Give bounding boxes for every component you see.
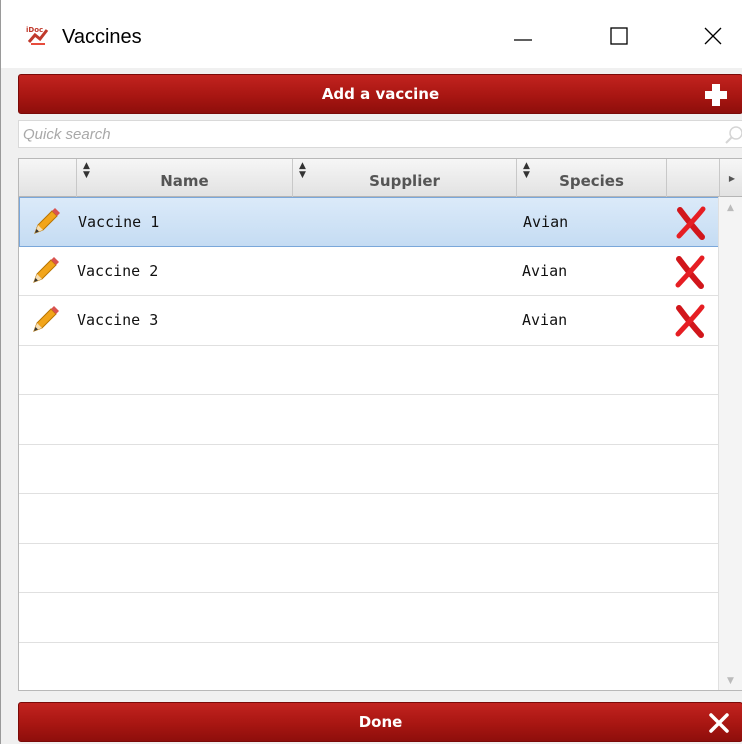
quick-search [18,120,742,148]
vaccine-species: Avian [522,311,568,329]
empty-row [19,395,719,445]
column-header-name[interactable]: ▲ ▼ Name [77,159,293,197]
done-label: Done [358,713,403,731]
header-delete-cell [667,159,720,197]
vaccine-species: Avian [522,261,568,280]
quick-search-input[interactable] [19,121,742,147]
empty-row [19,593,719,643]
empty-row [19,445,719,494]
column-header-label: Supplier [369,172,440,190]
minimize-icon [514,39,532,41]
window-close-button[interactable] [691,16,735,56]
table-row[interactable]: Vaccine 1 Avian [19,197,719,247]
column-header-label: Species [559,172,624,190]
app-icon: iDoc [25,24,51,46]
pencil-icon[interactable] [29,304,61,336]
empty-row [19,643,719,691]
vaccines-table: ▲ ▼ Name ▲ ▼ Supplier ▲ ▼ Species ▶ Vacc… [18,158,742,691]
scroll-up-arrow[interactable]: ▲ [719,203,742,213]
table-body: Vaccine 1 Avian Vaccine 2 Avian Vaccine … [19,197,719,691]
pencil-icon[interactable] [29,255,61,287]
plus-icon [705,84,727,106]
done-button[interactable]: Done [18,702,742,742]
minimize-button[interactable] [501,16,545,56]
vaccine-name: Vaccine 2 [77,261,159,280]
maximize-icon [610,27,628,45]
column-header-species[interactable]: ▲ ▼ Species [517,159,667,197]
close-icon [709,713,729,733]
vaccine-species: Avian [523,213,569,231]
table-row[interactable]: Vaccine 3 Avian [19,296,719,346]
maximize-button[interactable] [597,16,641,56]
title-bar: iDoc Vaccines [1,0,742,68]
scroll-down-arrow[interactable]: ▼ [719,676,742,686]
column-header-label: Name [160,172,209,190]
svg-text:iDoc: iDoc [26,26,43,34]
scroll-right-arrow[interactable]: ▶ [720,159,742,197]
red-x-delete-icon[interactable] [673,304,707,338]
empty-row [19,346,719,395]
red-x-delete-icon[interactable] [673,255,707,289]
vaccine-name: Vaccine 1 [78,213,160,231]
vaccine-name: Vaccine 3 [77,311,159,329]
empty-row [19,544,719,593]
pencil-icon[interactable] [30,206,62,238]
header-actions-cell [19,159,77,197]
search-icon [725,126,742,144]
empty-row [19,494,719,544]
table-row[interactable]: Vaccine 2 Avian [19,247,719,296]
red-x-delete-icon[interactable] [674,206,708,240]
add-vaccine-label: Add a vaccine [321,85,440,103]
window-title: Vaccines [62,26,142,48]
column-header-supplier[interactable]: ▲ ▼ Supplier [293,159,517,197]
vaccines-window: iDoc Vaccines Add a vaccine Quick search… [0,0,742,744]
table-header: ▲ ▼ Name ▲ ▼ Supplier ▲ ▼ Species ▶ [19,159,742,197]
add-vaccine-button[interactable]: Add a vaccine [18,74,742,114]
close-icon [704,27,722,45]
vertical-scrollbar[interactable]: ▲ ▼ [718,197,742,690]
